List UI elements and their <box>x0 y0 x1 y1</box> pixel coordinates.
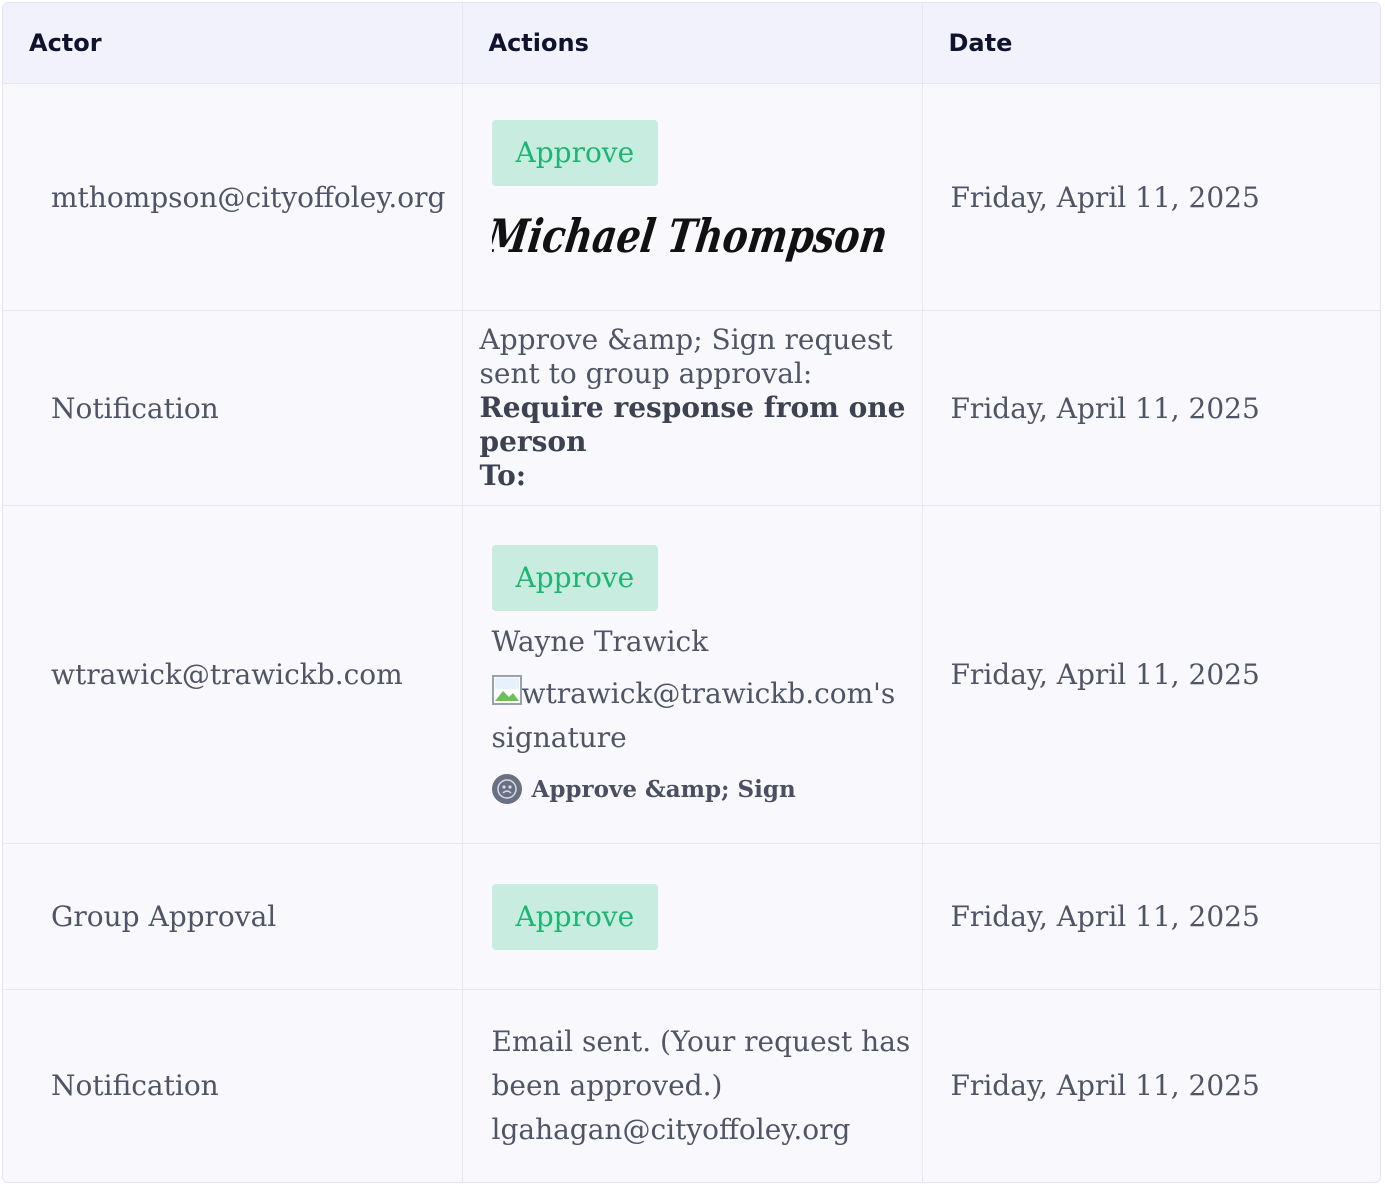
actions-cell: Approve Wayne Trawick wtrawick@trawickb.… <box>462 505 923 844</box>
signature-image-broken: wtrawick@trawickb.com's signature <box>491 672 921 760</box>
approve-badge: Approve <box>491 120 659 186</box>
table-row: Notification Email sent. (Your request h… <box>3 989 1380 1182</box>
approve-badge: Approve <box>491 883 659 950</box>
date-cell: Friday, April 11, 2025 <box>922 505 1380 844</box>
actions-cell: Approve Michael Thompson <box>462 83 923 311</box>
actor-cell: Group Approval <box>3 843 463 990</box>
signature-alt-text: wtrawick@trawickb.com's signature <box>491 677 896 754</box>
table-row: wtrawick@trawickb.com Approve Wayne Traw… <box>3 505 1380 844</box>
actor-cell: Notification <box>3 989 463 1182</box>
date-cell: Friday, April 11, 2025 <box>922 83 1380 311</box>
sign-meta-label: Approve &amp; Sign <box>531 775 796 803</box>
signature-image: Michael Thompson <box>492 209 891 263</box>
audit-table: Actor Actions Date mthompson@cityoffoley… <box>3 3 1380 1182</box>
actor-cell: Notification <box>3 310 463 506</box>
header-actions: Actions <box>462 3 923 84</box>
actor-cell: mthompson@cityoffoley.org <box>3 83 463 311</box>
table-row: Notification Approve &amp; Sign request … <box>3 310 1380 506</box>
notification-requirement: Require response from one person <box>479 391 906 458</box>
date-cell: Friday, April 11, 2025 <box>922 843 1380 990</box>
header-row: Actor Actions Date <box>3 3 1380 84</box>
signer-name: Wayne Trawick <box>491 625 709 658</box>
actor-cell: wtrawick@trawickb.com <box>3 505 463 844</box>
audit-table-container: Actor Actions Date mthompson@cityoffoley… <box>2 2 1381 1183</box>
broken-image-icon <box>491 674 522 705</box>
table-row: mthompson@cityoffoley.org Approve Michae… <box>3 83 1380 311</box>
notification-text: Approve &amp; Sign request sent to group… <box>479 323 893 390</box>
avatar-icon <box>491 774 522 804</box>
signature-name: Michael Thompson <box>492 209 891 263</box>
actions-cell: Approve <box>462 843 923 990</box>
actions-cell: Email sent. (Your request has been appro… <box>462 989 923 1182</box>
header-date: Date <box>922 3 1380 84</box>
header-actor: Actor <box>3 3 463 84</box>
actions-cell: Approve &amp; Sign request sent to group… <box>462 310 923 506</box>
date-cell: Friday, April 11, 2025 <box>950 1069 1260 1103</box>
sign-meta: Approve &amp; Sign <box>491 774 921 804</box>
approve-badge: Approve <box>491 545 659 611</box>
table-row: Group Approval Approve Friday, April 11,… <box>3 843 1380 990</box>
notification-recipient-label: To: <box>479 459 527 492</box>
date-cell: Friday, April 11, 2025 <box>922 310 1380 506</box>
